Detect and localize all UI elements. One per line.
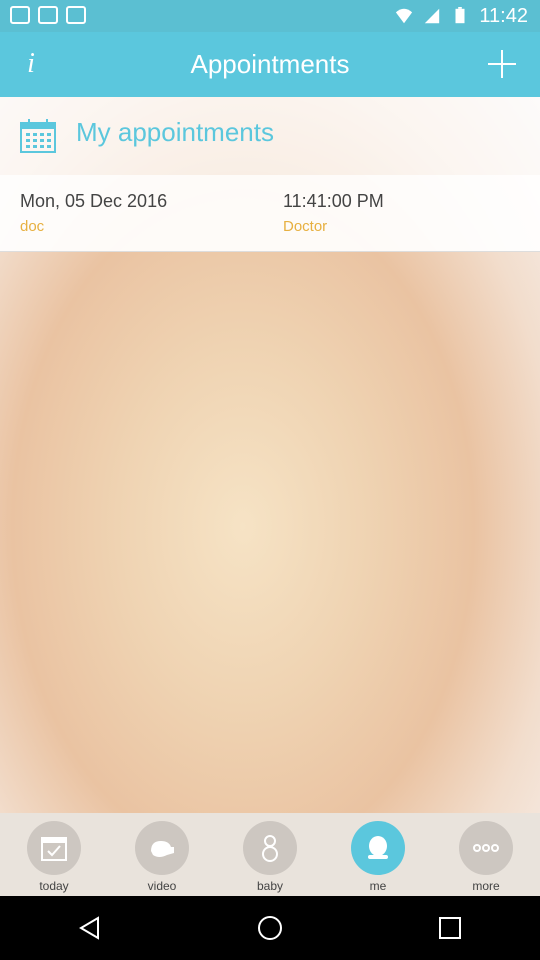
notification-icon [10, 6, 30, 24]
calendar-icon [20, 119, 56, 153]
top-bar: i Appointments [0, 32, 540, 97]
signal-icon [425, 8, 440, 24]
appointment-row[interactable]: Mon, 05 Dec 2016 doc 11:41:00 PM Doctor [0, 175, 540, 252]
battery-icon [455, 7, 465, 24]
tab-label: me [369, 879, 387, 893]
section-title: My appointments [76, 117, 274, 147]
home-button[interactable] [240, 908, 300, 948]
appointment-date: Mon, 05 Dec 2016 [20, 191, 168, 211]
appointment-category: Doctor [283, 218, 328, 235]
system-nav-bar [0, 896, 540, 960]
tab-video[interactable]: video [122, 813, 202, 893]
baby-icon [262, 835, 278, 862]
tab-icon-circle [243, 821, 297, 875]
tab-label: more [472, 879, 500, 893]
more-icon [473, 844, 499, 852]
tab-label: today [39, 879, 69, 893]
tab-icon-circle [351, 821, 405, 875]
tab-label: baby [256, 879, 284, 893]
add-icon[interactable] [486, 48, 518, 80]
tab-icon-circle [135, 821, 189, 875]
status-time: 11:42 [479, 4, 528, 27]
recents-icon [439, 917, 461, 939]
bottom-tab-bar: today video baby me more [0, 813, 540, 896]
tab-icon-circle [27, 821, 81, 875]
notification-icon [66, 6, 86, 24]
appointments-header: My appointments [0, 97, 540, 175]
back-icon [79, 916, 99, 940]
tab-me[interactable]: me [338, 813, 418, 893]
notification-icon [38, 6, 58, 24]
main-content: My appointments Mon, 05 Dec 2016 doc 11:… [0, 97, 540, 813]
calendar-check-icon [41, 837, 67, 861]
notification-icons [10, 6, 86, 24]
status-bar: 11:42 [0, 0, 540, 32]
tab-baby[interactable]: baby [230, 813, 310, 893]
appointment-time: 11:41:00 PM [283, 191, 384, 211]
recents-button[interactable] [420, 908, 480, 948]
tab-more[interactable]: more [446, 813, 526, 893]
tab-today[interactable]: today [14, 813, 94, 893]
back-button[interactable] [60, 908, 120, 948]
tab-label: video [147, 879, 177, 893]
page-title: Appointments [190, 49, 350, 79]
wifi-icon [396, 8, 413, 24]
tab-icon-circle [459, 821, 513, 875]
appointment-type: doc [20, 218, 45, 235]
video-icon [151, 841, 174, 857]
person-icon [368, 836, 388, 859]
home-icon [258, 916, 282, 940]
